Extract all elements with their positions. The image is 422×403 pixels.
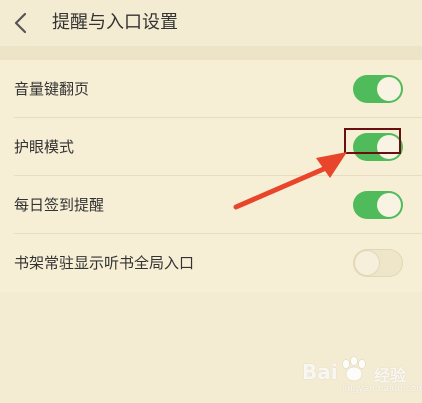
watermark-jingyan: 经验 <box>374 366 407 385</box>
setting-row-volume-page-turn: 音量键翻页 <box>0 60 422 118</box>
setting-label: 护眼模式 <box>14 138 75 156</box>
header-bar: 提醒与入口设置 <box>0 0 422 46</box>
setting-label: 音量键翻页 <box>14 80 90 98</box>
setting-row-daily-checkin: 每日签到提醒 <box>0 176 422 234</box>
volume-page-turn-toggle[interactable] <box>353 75 403 103</box>
chevron-left-icon[interactable] <box>10 11 32 35</box>
page-title: 提醒与入口设置 <box>52 12 178 33</box>
toggle-knob <box>377 77 401 101</box>
setting-label: 书架常驻显示听书全局入口 <box>14 254 195 272</box>
toggle-knob <box>355 251 379 275</box>
highlight-box <box>344 128 401 154</box>
baidu-jingyan-watermark: Bai 经验 jingyan.baidu.com <box>302 356 422 396</box>
setting-label: 每日签到提醒 <box>14 196 105 214</box>
daily-checkin-toggle[interactable] <box>353 191 403 219</box>
watermark-url: jingyan.baidu.com <box>342 384 422 394</box>
audiobook-entry-toggle[interactable] <box>353 249 403 277</box>
section-divider <box>0 46 422 60</box>
settings-list: 音量键翻页 护眼模式 每日签到提醒 书架常驻显示听书全局入口 <box>0 60 422 292</box>
toggle-knob <box>377 193 401 217</box>
setting-row-audiobook-entry: 书架常驻显示听书全局入口 <box>0 234 422 292</box>
watermark-brand: Bai <box>302 360 338 384</box>
paw-icon <box>342 356 366 382</box>
